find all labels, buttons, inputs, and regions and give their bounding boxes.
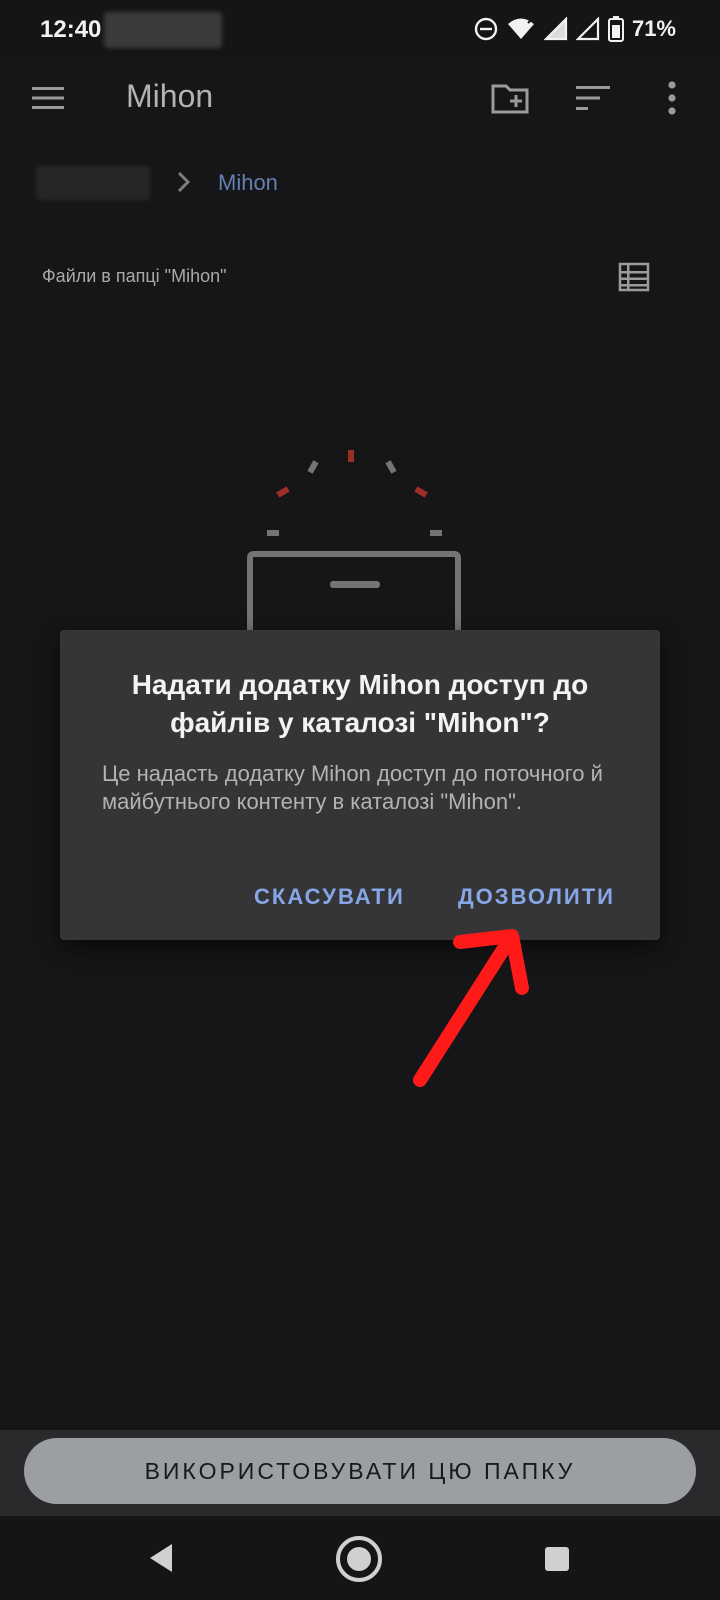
dialog-actions: СКАСУВАТИ ДОЗВОЛИТИ — [60, 872, 660, 922]
status-time: 12:40 — [40, 16, 102, 43]
do-not-disturb-icon — [474, 17, 498, 41]
signal-icon — [575, 17, 600, 41]
cancel-button[interactable]: СКАСУВАТИ — [246, 872, 413, 922]
blurred-notification-icons — [104, 12, 222, 48]
dialog-message: Це надасть додатку Mihon доступ до поточ… — [102, 761, 603, 814]
battery-icon — [607, 16, 624, 42]
signal-icon — [543, 17, 568, 41]
permission-dialog: Надати додатку Mihon доступ до файлів у … — [60, 630, 660, 940]
allow-button[interactable]: ДОЗВОЛИТИ — [450, 872, 623, 922]
status-icons: 71% — [474, 14, 676, 44]
home-icon[interactable] — [334, 1534, 384, 1584]
battery-percent: 71% — [631, 16, 676, 41]
wifi-icon — [507, 16, 535, 39]
recents-icon[interactable] — [544, 1546, 570, 1572]
bottom-bar: ВИКОРИСТОВУВАТИ ЦЮ ПАПКУ — [0, 1430, 720, 1516]
dialog-title: Надати додатку Mihon доступ до файлів у … — [131, 669, 589, 738]
use-folder-button[interactable]: ВИКОРИСТОВУВАТИ ЦЮ ПАПКУ — [24, 1438, 696, 1504]
back-icon[interactable] — [146, 1542, 176, 1574]
navigation-bar — [0, 1516, 720, 1600]
annotation-arrow-icon — [413, 929, 529, 1087]
status-bar: 12:40 71% — [0, 0, 720, 60]
